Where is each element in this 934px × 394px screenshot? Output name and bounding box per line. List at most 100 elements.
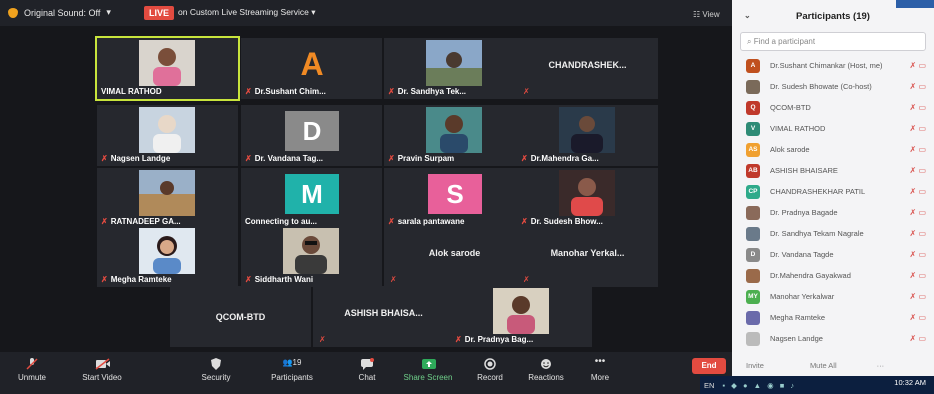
participant-name: Dr. Sudesh Bhowate (Co-host) — [770, 82, 872, 91]
mic-muted-icon: ✗ — [101, 154, 108, 163]
participant-row[interactable]: MY Manohar Yerkalwar ✗ ▭ — [732, 286, 934, 307]
mute-all-button[interactable]: Mute All — [810, 361, 837, 370]
participant-row[interactable]: AB ASHISH BHAISARE ✗ ▭ — [732, 160, 934, 181]
start-video-button[interactable]: Start Video — [72, 358, 132, 382]
video-tile[interactable]: ✗ Megha Ramteke — [97, 226, 238, 287]
video-tile[interactable]: S ✗ sarala pantawane — [384, 168, 525, 229]
mic-muted-icon: ✗ — [455, 335, 462, 344]
tile-name: ✗ Dr. Vandana Tag... — [245, 154, 324, 163]
record-button[interactable]: Record — [460, 358, 520, 382]
mic-muted-icon: ✗ ▭ — [909, 124, 926, 133]
avatar: MY — [746, 289, 760, 304]
participant-row[interactable]: D Dr. Vandana Tagde ✗ ▭ — [732, 244, 934, 265]
tile-name: ✗ Nagsen Landge — [101, 154, 171, 163]
participant-row[interactable]: Nagsen Landge ✗ ▭ — [732, 328, 934, 349]
participant-name: QCOM-BTD — [770, 103, 811, 112]
original-sound-toggle[interactable]: Original Sound: Off ▾ — [8, 7, 111, 18]
unmute-button[interactable]: Unmute — [2, 358, 62, 382]
video-tile[interactable]: ✗ Dr. Pradnya Bag... — [451, 286, 592, 347]
system-tray-icons[interactable]: ▪ ◆ ● ▲ ◉ ■ ♪ — [722, 381, 796, 390]
end-meeting-button[interactable]: End — [692, 358, 726, 374]
tile-name: ✗ Dr. Pradnya Bag... — [455, 335, 534, 344]
participant-name: Nagsen Landge — [770, 334, 823, 343]
more-button[interactable]: ••• More — [570, 356, 630, 383]
participant-list: A Dr.Sushant Chimankar (Host, me) ✗ ▭ Dr. S… — [732, 55, 934, 349]
video-tile[interactable]: ✗ Dr. Sandhya Tek... — [384, 38, 525, 99]
participant-video — [559, 170, 615, 216]
video-tile[interactable]: Alok sarode ✗ — [384, 226, 525, 287]
more-options-icon[interactable]: ··· — [877, 361, 885, 370]
video-tile[interactable]: ✗ Siddharth Wani — [241, 226, 382, 287]
avatar: A — [746, 58, 760, 73]
panel-title: Participants (19) — [796, 10, 870, 22]
participant-name: Alok sarode — [770, 145, 810, 154]
live-service-dropdown[interactable]: on Custom Live Streaming Service ▾ — [178, 7, 316, 18]
video-tile[interactable]: ✗ Nagsen Landge — [97, 105, 238, 166]
avatar-letter: D — [285, 111, 339, 151]
mic-muted-icon: ✗ ▭ — [909, 313, 926, 322]
security-button[interactable]: Security — [186, 358, 246, 382]
participant-row[interactable]: A Dr.Sushant Chimankar (Host, me) ✗ ▭ — [732, 55, 934, 76]
video-tile[interactable]: ✗ RATNADEEP GA... — [97, 168, 238, 229]
video-tile[interactable]: ✗ Dr. Sudesh Bhow... — [517, 168, 658, 229]
clock[interactable]: 10:32 AM — [894, 378, 926, 387]
microphone-muted-icon — [25, 358, 39, 370]
video-tile[interactable]: QCOM-BTD — [170, 286, 311, 347]
video-tile[interactable]: ✗ Dr.Mahendra Ga... — [517, 105, 658, 166]
participant-video — [283, 228, 339, 274]
mic-muted-icon: ✗ ▭ — [909, 145, 926, 154]
avatar — [746, 79, 760, 94]
video-tile[interactable]: VIMAL RATHOD — [95, 36, 240, 101]
tile-name: Alok sarode — [428, 248, 481, 258]
smiley-icon — [539, 358, 553, 370]
live-badge[interactable]: LIVE — [144, 6, 175, 20]
mic-muted-icon: ✗ ▭ — [909, 103, 926, 112]
chevron-down-icon[interactable]: ⌄ — [744, 11, 751, 20]
mic-muted-icon: ✗ — [388, 87, 395, 96]
mic-muted-icon: ✗ — [523, 87, 530, 96]
video-tile[interactable]: D ✗ Dr. Vandana Tag... — [241, 105, 382, 166]
avatar — [746, 226, 760, 241]
participant-name: Dr. Pradnya Bagade — [770, 208, 838, 217]
tile-name: QCOM-BTD — [215, 312, 266, 322]
video-tile[interactable]: ASHISH BHAISA... ✗ — [313, 286, 454, 347]
search-input[interactable]: ⌕ Find a participant — [740, 32, 926, 51]
chat-bubble-icon — [360, 358, 374, 370]
participant-row[interactable]: CP CHANDRASHEKHAR PATIL ✗ ▭ — [732, 181, 934, 202]
video-tile[interactable]: Manohar Yerkal... ✗ — [517, 226, 658, 287]
ellipsis-icon: ••• — [594, 356, 606, 367]
tile-name: CHANDRASHEK... — [548, 60, 627, 70]
participant-video — [426, 40, 482, 86]
participant-row[interactable]: AS Alok sarode ✗ ▭ — [732, 139, 934, 160]
share-screen-button[interactable]: Share Screen — [398, 358, 458, 382]
invite-button[interactable]: Invite — [746, 361, 764, 370]
participant-row[interactable]: Q QCOM-BTD ✗ ▭ — [732, 97, 934, 118]
mic-muted-icon: ✗ ▭ — [909, 166, 926, 175]
reactions-button[interactable]: Reactions — [516, 358, 576, 382]
more-label: More — [590, 373, 610, 382]
participant-row[interactable]: Dr.Mahendra Gayakwad ✗ ▭ — [732, 265, 934, 286]
participant-row[interactable]: Dr. Sudesh Bhowate (Co-host) ✗ ▭ — [732, 76, 934, 97]
mic-muted-icon: ✗ — [388, 154, 395, 163]
view-button[interactable]: ☷ View — [693, 10, 720, 19]
video-tile[interactable]: ✗ Pravin Surpam — [384, 105, 525, 166]
avatar-letter: M — [285, 174, 339, 214]
language-indicator[interactable]: EN — [704, 381, 714, 390]
avatar: Q — [746, 100, 760, 115]
grid-icon: ☷ — [693, 10, 701, 19]
window-controls[interactable] — [896, 0, 934, 8]
original-sound-label: Original Sound: Off — [24, 7, 101, 18]
people-icon: 👥19 — [282, 358, 302, 367]
participant-row[interactable]: Dr. Pradnya Bagade ✗ ▭ — [732, 202, 934, 223]
video-tile[interactable]: M Connecting to au... — [241, 168, 382, 229]
chat-button[interactable]: Chat — [337, 358, 397, 382]
mic-muted-icon: ✗ — [101, 275, 108, 284]
participant-row[interactable]: V VIMAL RATHOD ✗ ▭ — [732, 118, 934, 139]
video-tile[interactable]: CHANDRASHEK... ✗ — [517, 38, 658, 99]
participant-row[interactable]: Megha Ramteke ✗ ▭ — [732, 307, 934, 328]
start-video-label: Start Video — [82, 373, 122, 382]
record-icon — [483, 358, 497, 370]
participants-button[interactable]: 👥19 Participants — [262, 358, 322, 382]
participant-row[interactable]: Dr. Sandhya Tekam Nagrale ✗ ▭ — [732, 223, 934, 244]
video-tile[interactable]: A ✗ Dr.Sushant Chim... — [241, 38, 382, 99]
